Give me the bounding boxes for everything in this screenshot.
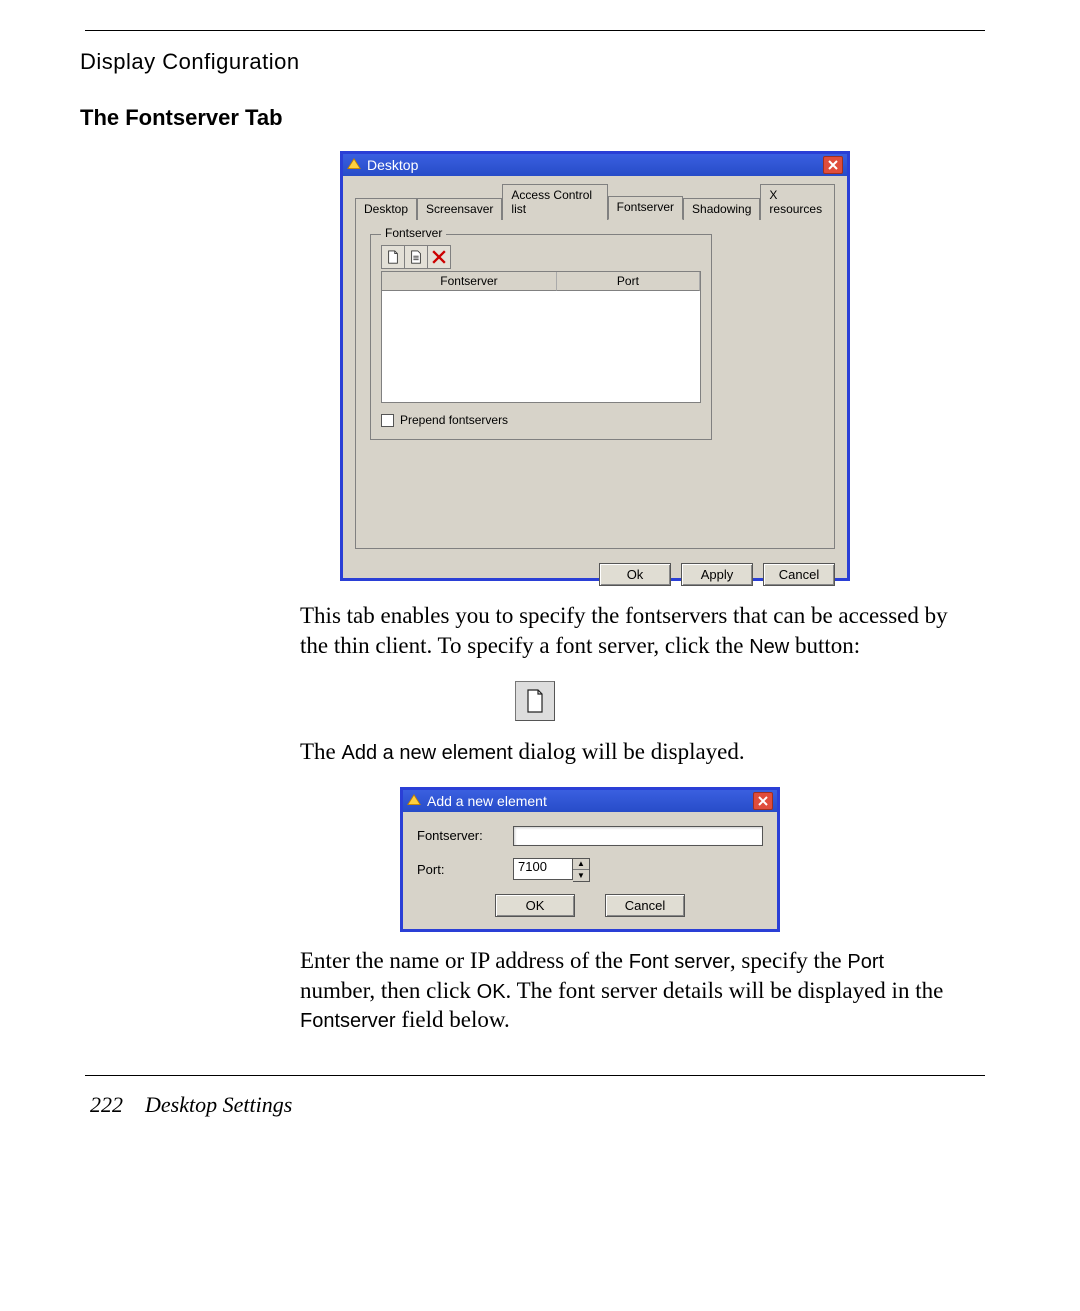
desktop-window-title: Desktop (367, 157, 418, 173)
text: number, then click (300, 978, 477, 1003)
desktop-titlebar: Desktop (343, 154, 847, 176)
text: Enter the name or IP address of the (300, 948, 629, 973)
tabs: Desktop Screensaver Access Control list … (355, 184, 835, 220)
window-icon (407, 794, 421, 808)
fieldset-legend: Fontserver (381, 226, 446, 240)
port-label: Port: (417, 862, 513, 877)
fontserver-list[interactable]: Fontserver Port (381, 271, 701, 403)
add-element-titlebar: Add a new element (403, 790, 777, 812)
add-ok-button[interactable]: OK (495, 894, 575, 917)
spinner-up-icon[interactable]: ▲ (573, 859, 589, 871)
port-input[interactable]: 7100 (513, 858, 573, 880)
text: button: (789, 633, 860, 658)
tab-screensaver[interactable]: Screensaver (417, 198, 502, 220)
port-spinner[interactable]: ▲ ▼ (573, 858, 590, 882)
window-icon (347, 158, 361, 172)
ui-term-add-element: Add a new element (342, 742, 513, 764)
tab-desktop[interactable]: Desktop (355, 198, 417, 220)
ui-term-new: New (749, 636, 789, 658)
column-header-fontserver[interactable]: Fontserver (382, 272, 557, 291)
desktop-window: Desktop Desktop Screensaver Access Contr… (340, 151, 850, 581)
tab-x-resources[interactable]: X resources (760, 184, 835, 220)
page-footer: 222 Desktop Settings (80, 1092, 990, 1118)
close-icon[interactable] (753, 792, 773, 810)
paragraph-3: Enter the name or IP address of the Font… (300, 946, 960, 1036)
footer-section: Desktop Settings (145, 1092, 292, 1118)
prepend-fontservers-label: Prepend fontservers (400, 413, 508, 427)
ok-button[interactable]: Ok (599, 563, 671, 586)
ui-term-fontserver-field: Fontserver (300, 1010, 396, 1032)
fontserver-input[interactable] (513, 826, 763, 846)
delete-button[interactable] (428, 245, 451, 269)
text: field below. (396, 1007, 510, 1032)
section-heading: The Fontserver Tab (80, 105, 990, 131)
add-element-title: Add a new element (427, 793, 547, 809)
ui-term-port: Port (847, 951, 884, 973)
tab-fontserver[interactable]: Fontserver (608, 196, 683, 220)
close-icon[interactable] (823, 156, 843, 174)
text: The (300, 739, 342, 764)
paragraph-1: This tab enables you to specify the font… (300, 601, 960, 661)
ui-term-font-server: Font server (629, 951, 730, 973)
tab-access-control-list[interactable]: Access Control list (502, 184, 607, 220)
page-header: Display Configuration (80, 49, 990, 75)
page-number: 222 (90, 1092, 123, 1118)
add-element-window: Add a new element Fontserver: Port: 7100… (400, 787, 780, 932)
apply-button[interactable]: Apply (681, 563, 753, 586)
text: . The font server details will be displa… (506, 978, 944, 1003)
text: , specify the (730, 948, 848, 973)
add-cancel-button[interactable]: Cancel (605, 894, 685, 917)
paragraph-2: The Add a new element dialog will be dis… (300, 737, 960, 767)
edit-button[interactable] (405, 245, 428, 269)
fontserver-label: Fontserver: (417, 828, 513, 843)
fontserver-fieldset: Fontserver Font (370, 234, 712, 440)
prepend-fontservers-checkbox[interactable] (381, 414, 394, 427)
spinner-down-icon[interactable]: ▼ (573, 870, 589, 881)
new-button-illustration (515, 681, 555, 721)
new-button[interactable] (381, 245, 405, 269)
tab-shadowing[interactable]: Shadowing (683, 198, 760, 220)
column-header-port[interactable]: Port (557, 272, 700, 291)
ui-term-ok: OK (477, 981, 506, 1003)
cancel-button[interactable]: Cancel (763, 563, 835, 586)
text: dialog will be displayed. (513, 739, 745, 764)
